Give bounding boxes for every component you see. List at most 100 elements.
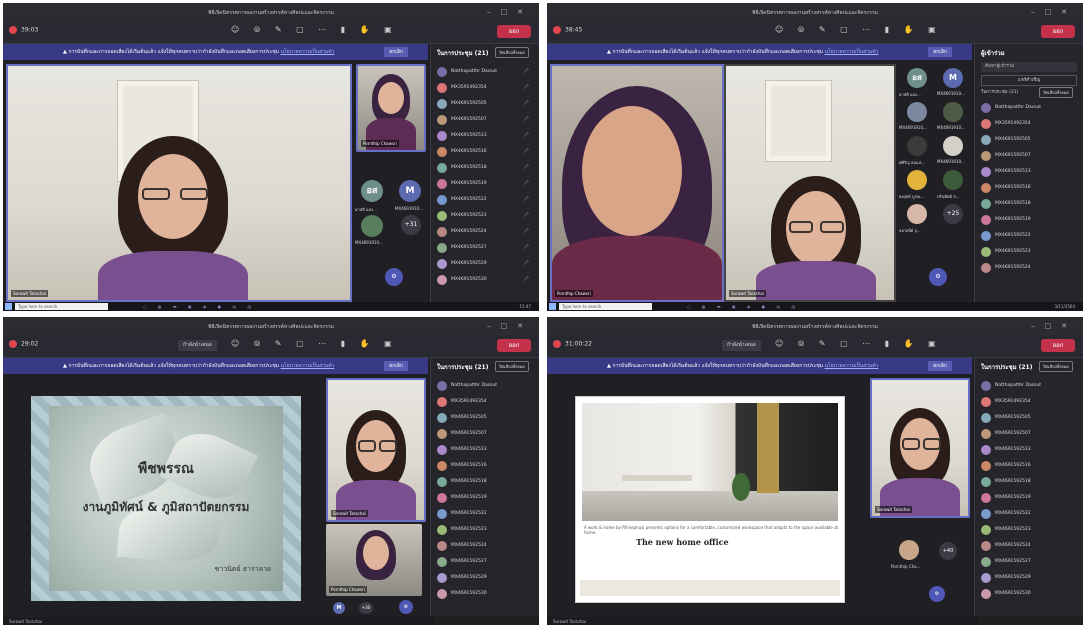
avatar[interactable] bbox=[943, 136, 963, 156]
list-item[interactable]: MX4691592519 bbox=[435, 490, 533, 506]
list-item[interactable]: MX4691592505 bbox=[979, 132, 1077, 148]
video-tile-sorawit[interactable]: Sorawit Tarachai bbox=[326, 378, 426, 522]
dismiss-button[interactable]: ยกเลิก bbox=[928, 361, 952, 371]
list-item[interactable]: MX4691592507 🎤︎ bbox=[435, 112, 533, 128]
list-item[interactable]: MX4691592524 bbox=[979, 538, 1077, 554]
avatar[interactable]: M bbox=[399, 180, 421, 202]
avatar[interactable] bbox=[907, 204, 927, 224]
toolbar-icons[interactable]: ☺ ⦾ ✎ ▢ ⋯ ▮ ✋ ▣ bbox=[775, 25, 942, 35]
dismiss-button[interactable]: ยกเลิก bbox=[384, 47, 408, 57]
leave-button[interactable]: ออก bbox=[497, 339, 531, 352]
list-item[interactable]: MX4691592518 bbox=[979, 474, 1077, 490]
participant-search-input[interactable]: ค้นหาผู้เข้าร่วม bbox=[981, 62, 1077, 72]
list-item[interactable]: MX4691592522 bbox=[979, 228, 1077, 244]
avatar[interactable] bbox=[943, 102, 963, 122]
list-item[interactable]: Natthapatthr Dassut bbox=[979, 100, 1077, 116]
list-item[interactable]: MX4691592513 bbox=[979, 164, 1077, 180]
leave-button[interactable]: ออก bbox=[1041, 25, 1075, 38]
list-item[interactable]: MX4691592529 bbox=[435, 570, 533, 586]
privacy-link[interactable]: นโยบายความเป็นส่วนตัว bbox=[825, 49, 879, 55]
list-item[interactable]: MX4691592507 bbox=[979, 426, 1077, 442]
list-item[interactable]: MX4691592513 bbox=[435, 442, 533, 458]
list-item[interactable]: MX4691592523 bbox=[435, 522, 533, 538]
windows-start-icon[interactable] bbox=[5, 303, 12, 310]
list-item[interactable]: MX4691592519 🎤︎ bbox=[435, 176, 533, 192]
presenting-chip[interactable]: กำลังนำเสนอ bbox=[722, 340, 761, 351]
list-item[interactable]: MX4691592523 bbox=[979, 244, 1077, 260]
list-item[interactable]: MX4691592516 🎤︎ bbox=[435, 144, 533, 160]
list-item[interactable]: MX4691592516 bbox=[435, 458, 533, 474]
main-video-pornthip[interactable]: Pornthip Chawsri bbox=[550, 64, 724, 302]
more-participants[interactable]: +25 bbox=[943, 204, 963, 224]
list-item[interactable]: MX4691592516 bbox=[979, 458, 1077, 474]
taskbar-search[interactable]: Type here to search bbox=[15, 303, 108, 310]
video-tile-pornthip[interactable]: Pornthip Chawsri bbox=[326, 524, 422, 596]
avatar[interactable] bbox=[899, 540, 919, 560]
list-item[interactable]: MX4691592527 bbox=[979, 554, 1077, 570]
avatar[interactable]: อส bbox=[361, 180, 383, 202]
list-item[interactable]: MX4691592518 🎤︎ bbox=[435, 160, 533, 176]
leave-button[interactable]: ออก bbox=[497, 25, 531, 38]
list-item[interactable]: MX4691592513 🎤︎ bbox=[435, 128, 533, 144]
toolbar-icons[interactable]: ☺ ⦾ ✎ ▢ ⋯ ▮ ✋ ▣ bbox=[775, 339, 942, 349]
main-video[interactable]: Sorawit Tarachai bbox=[6, 64, 352, 302]
avatar[interactable]: อส bbox=[907, 68, 927, 88]
list-item[interactable]: Natthapatthr Dassut bbox=[979, 378, 1077, 394]
privacy-link[interactable]: นโยบายความเป็นส่วนตัว bbox=[825, 363, 879, 369]
privacy-link[interactable]: นโยบายความเป็นส่วนตัว bbox=[281, 363, 335, 369]
window-controls[interactable]: –□✕ bbox=[1031, 322, 1077, 330]
video-tile-pornthip[interactable]: Pornthip Chawsri bbox=[356, 64, 426, 152]
list-item[interactable]: MX4691592519 bbox=[979, 490, 1077, 506]
list-item[interactable]: MX4691592524 🎤︎ bbox=[435, 224, 533, 240]
list-item[interactable]: MX4691592516 bbox=[979, 180, 1077, 196]
share-invite-button[interactable]: แชร์คำเชิญ bbox=[981, 75, 1077, 86]
list-item[interactable]: MX4691592523 🎤︎ bbox=[435, 208, 533, 224]
list-item[interactable]: MX4691592505 bbox=[979, 410, 1077, 426]
avatar[interactable] bbox=[943, 170, 963, 190]
mute-all-button[interactable]: ปิดเสียงทั้งหมด bbox=[495, 361, 529, 372]
list-item[interactable]: MX4691592513 bbox=[979, 442, 1077, 458]
leave-button[interactable]: ออก bbox=[1041, 339, 1075, 352]
more-participants[interactable]: +30 bbox=[359, 602, 373, 614]
list-item[interactable]: MX4691592522 bbox=[979, 506, 1077, 522]
list-item[interactable]: MX4691592530 🎤︎ bbox=[435, 272, 533, 288]
more-participants[interactable]: +40 bbox=[939, 542, 957, 560]
list-item[interactable]: MX3591492354 bbox=[979, 116, 1077, 132]
list-item[interactable]: Natthapatthr Dassut 🎤︎ bbox=[435, 64, 533, 80]
list-item[interactable]: MX4691592507 bbox=[435, 426, 533, 442]
video-sorawit[interactable]: Sorawit Tarachai bbox=[724, 64, 896, 302]
list-item[interactable]: MX4691592530 bbox=[435, 586, 533, 602]
video-tile-sorawit[interactable]: Sorawit Tarachai bbox=[870, 378, 970, 518]
list-item[interactable]: MX4691592530 bbox=[979, 586, 1077, 602]
presenting-chip[interactable]: กำลังนำเสนอ bbox=[178, 340, 217, 351]
mute-all-button[interactable]: ปิดเสียงทั้งหมด bbox=[1039, 87, 1073, 98]
windows-start-icon[interactable] bbox=[549, 303, 556, 310]
list-item[interactable]: MX3591492354 bbox=[435, 394, 533, 410]
window-controls[interactable]: –□✕ bbox=[487, 8, 533, 16]
toolbar-icons[interactable]: ☺ ⦾ ✎ ▢ ⋯ ▮ ✋ ▣ bbox=[231, 339, 398, 349]
avatar[interactable] bbox=[907, 170, 927, 190]
list-item[interactable]: MX4691592505 🎤︎ bbox=[435, 96, 533, 112]
privacy-link[interactable]: นโยบายความเป็นส่วนตัว bbox=[281, 49, 335, 55]
mute-all-button[interactable]: ปิดเสียงทั้งหมด bbox=[495, 47, 529, 58]
avatar[interactable] bbox=[907, 136, 927, 156]
avatar[interactable]: M bbox=[333, 602, 345, 614]
avatar[interactable] bbox=[361, 215, 383, 237]
list-item[interactable]: MX4691592523 bbox=[979, 522, 1077, 538]
list-item[interactable]: MX4691592524 bbox=[435, 538, 533, 554]
list-item[interactable]: MX4691592519 bbox=[979, 212, 1077, 228]
list-item[interactable]: MX4691592518 bbox=[435, 474, 533, 490]
list-item[interactable]: MX4691592527 🎤︎ bbox=[435, 240, 533, 256]
list-item[interactable]: MX4691592527 bbox=[435, 554, 533, 570]
list-item[interactable]: MX4691592529 bbox=[979, 570, 1077, 586]
list-item[interactable]: MX3591492354 🎤︎ bbox=[435, 80, 533, 96]
avatar[interactable] bbox=[907, 102, 927, 122]
dismiss-button[interactable]: ยกเลิก bbox=[928, 47, 952, 57]
list-item[interactable]: MX4691592524 bbox=[979, 260, 1077, 276]
dismiss-button[interactable]: ยกเลิก bbox=[384, 361, 408, 371]
list-item[interactable]: MX4691592522 bbox=[435, 506, 533, 522]
list-item[interactable]: MX4691592507 bbox=[979, 148, 1077, 164]
list-item[interactable]: MX4691592522 🎤︎ bbox=[435, 192, 533, 208]
window-controls[interactable]: –□✕ bbox=[1031, 8, 1077, 16]
avatar[interactable]: M bbox=[943, 68, 963, 88]
